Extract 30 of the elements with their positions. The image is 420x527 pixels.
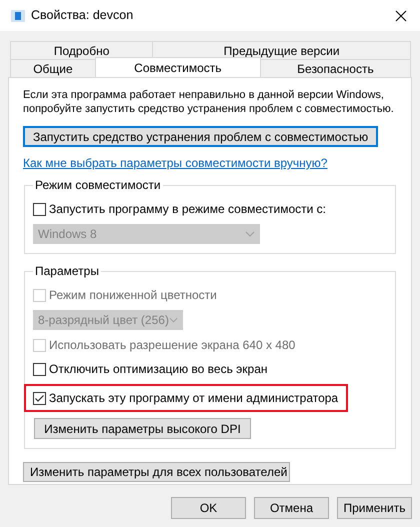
close-icon[interactable] <box>395 10 407 22</box>
dialog-button[interactable]: OK <box>171 497 246 519</box>
tab[interactable]: Предыдущие версии <box>152 41 411 59</box>
checkbox[interactable] <box>33 392 46 404</box>
chevron-down-icon <box>245 231 255 237</box>
troubleshooter-button[interactable]: Запустить средство устранения проблем с совместимостью <box>23 126 378 147</box>
group-title: Режим совместимости <box>33 178 163 192</box>
app-icon <box>11 10 25 22</box>
checkbox-label: Использовать разрешение экрана 640 x 480 <box>49 337 296 354</box>
group-title: Параметры <box>33 264 101 278</box>
all-users-button[interactable]: Изменить параметры для всех пользователей <box>23 462 290 482</box>
checkbox[interactable] <box>33 202 46 216</box>
window-title: Свойства: devcon <box>31 7 134 24</box>
chevron-down-icon <box>168 317 178 323</box>
dpi-button[interactable]: Изменить параметры высокого DPI <box>34 418 251 439</box>
tab[interactable]: Общие <box>10 59 96 77</box>
checkbox[interactable] <box>33 362 46 376</box>
intro-text: Если эта программа работает неправильно в данной версии Windows, попробуйте запустить средство устранения проблем с совместимостью. <box>23 88 395 116</box>
tab[interactable]: Подробно <box>10 41 154 59</box>
dialog-button[interactable]: Применить <box>337 497 412 519</box>
checkbox-label: Запустить программу в режиме совместимости с: <box>49 201 326 218</box>
tab[interactable]: Безопасность <box>260 59 412 77</box>
dropdown-value: 8-разрядный цвет (256) <box>38 312 169 329</box>
tab[interactable]: Совместимость <box>94 57 261 77</box>
help-link[interactable]: Как мне выбрать параметры совместимости вручную? <box>23 154 328 172</box>
checkbox-label: Режим пониженной цветности <box>49 287 217 304</box>
checkbox-label: Запускать эту программу от имени администратора <box>49 390 338 407</box>
dialog-button[interactable]: Отмена <box>254 497 329 519</box>
checkbox-label: Отключить оптимизацию во весь экран <box>49 361 268 378</box>
dropdown-value: Windows 8 <box>38 226 97 243</box>
